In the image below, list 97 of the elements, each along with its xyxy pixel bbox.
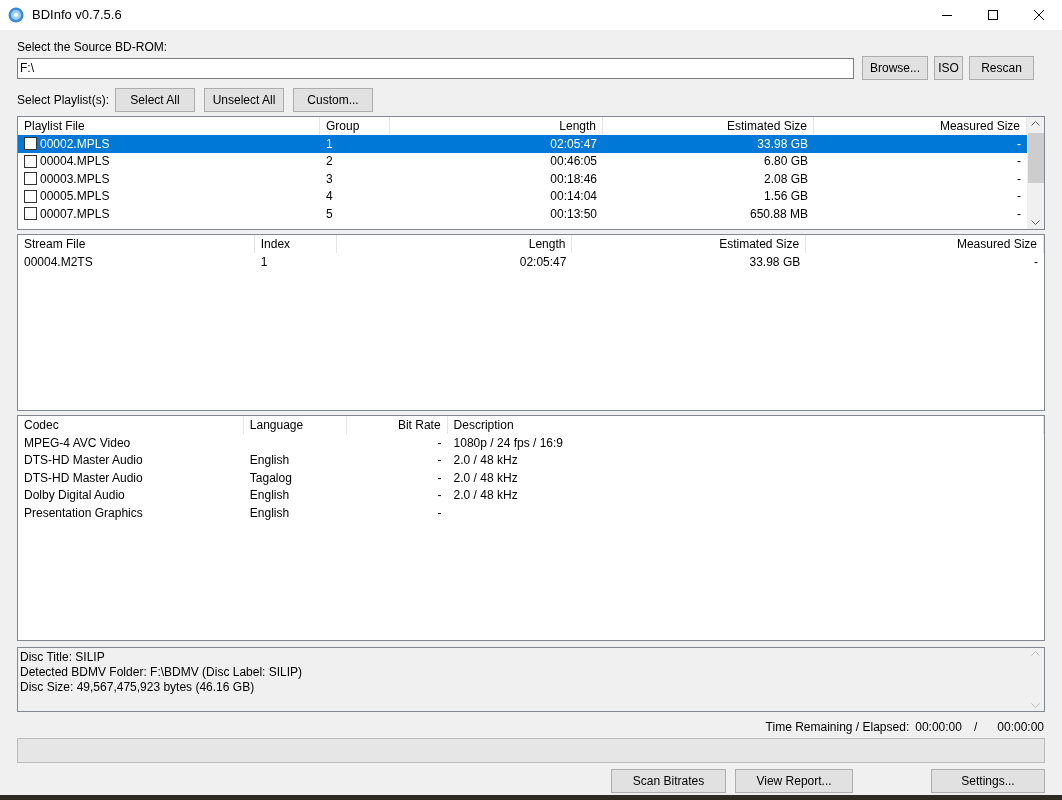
close-icon bbox=[1034, 10, 1044, 20]
table-cell-text: - bbox=[437, 469, 442, 487]
window-title: BDInfo v0.7.5.6 bbox=[32, 6, 122, 25]
table-cell-text: 02:05:47 bbox=[519, 253, 567, 271]
table-cell-text: 5 bbox=[326, 205, 333, 223]
column-header[interactable]: Estimated Size bbox=[572, 235, 807, 253]
time-separator: / bbox=[973, 719, 978, 736]
checkbox[interactable] bbox=[24, 207, 37, 221]
source-path-field[interactable]: F:\ bbox=[17, 57, 854, 79]
table-cell-text: DTS-HD Master Audio bbox=[24, 469, 143, 487]
table-cell-text: 650.88 MB bbox=[749, 205, 808, 223]
table-cell-text: 00004.M2TS bbox=[24, 253, 93, 271]
table-cell-text: 00:18:46 bbox=[550, 170, 597, 188]
table-cell-text: - bbox=[437, 452, 442, 470]
table-cell-text: 6.80 GB bbox=[763, 153, 808, 171]
table-cell-text: 02:05:47 bbox=[550, 135, 597, 153]
table-cell-text: 00005.MPLS bbox=[40, 188, 110, 206]
time-label: Time Remaining / Elapsed: bbox=[765, 719, 910, 736]
table-cell-text: Tagalog bbox=[249, 469, 292, 487]
table-cell-text: MPEG-4 AVC Video bbox=[24, 434, 131, 452]
source-button[interactable]: Browse... bbox=[862, 56, 928, 80]
playlist-button[interactable]: Unselect All bbox=[204, 87, 284, 112]
table-cell-text: 2 bbox=[326, 153, 333, 171]
source-button[interactable]: ISO bbox=[934, 56, 963, 80]
table-cell-text: 00:14:04 bbox=[550, 188, 597, 206]
playlist-row[interactable]: 00004.MPLS 2 00:46:05 6.80 GB - bbox=[18, 152, 1027, 170]
table-cell-text: 00007.MPLS bbox=[40, 205, 110, 223]
time-remaining: 00:00:00 bbox=[915, 719, 962, 736]
table-cell-text: 00002.MPLS bbox=[40, 135, 110, 153]
column-header[interactable]: Codec bbox=[18, 416, 244, 434]
table-cell-text: 00:46:05 bbox=[550, 153, 597, 171]
table-cell-text: - bbox=[437, 434, 442, 452]
table-cell-text: 00004.MPLS bbox=[40, 153, 110, 171]
checkbox[interactable] bbox=[24, 154, 37, 168]
time-elapsed: 00:00:00 bbox=[997, 719, 1044, 736]
source-label: Select the Source BD-ROM: bbox=[17, 39, 169, 54]
info-text: Disc Size: 49,567,475,923 bytes (46.16 GB) bbox=[20, 680, 256, 695]
checkbox[interactable] bbox=[24, 189, 37, 203]
table-cell-text: DTS-HD Master Audio bbox=[24, 452, 143, 470]
table-cell-text: 3 bbox=[326, 170, 333, 188]
checkbox[interactable] bbox=[24, 172, 37, 186]
table-cell-text: 00003.MPLS bbox=[40, 170, 110, 188]
info-text: Detected BDMV Folder: F:\BDMV (Disc Label: SILIP) bbox=[20, 665, 304, 680]
checkbox[interactable] bbox=[24, 137, 37, 151]
table-cell-text: 1 bbox=[260, 253, 268, 271]
table-cell-text: - bbox=[437, 504, 442, 522]
scroll-thumb[interactable] bbox=[1027, 133, 1044, 183]
column-header[interactable]: Measured Size bbox=[806, 235, 1044, 253]
table-cell-text: English bbox=[249, 504, 290, 522]
scroll-down-icon bbox=[1031, 703, 1040, 708]
table-cell-text: - bbox=[1034, 253, 1038, 271]
action-button[interactable]: Scan Bitrates bbox=[611, 769, 726, 793]
table-cell-text: 4 bbox=[326, 188, 333, 206]
table-cell-text: - bbox=[1017, 153, 1021, 171]
column-header[interactable]: Index bbox=[254, 235, 337, 253]
table-cell-text: 1.56 GB bbox=[763, 188, 808, 206]
action-button[interactable]: Settings... bbox=[931, 769, 1045, 793]
playlist-button[interactable]: Select All bbox=[115, 87, 195, 112]
scroll-down-icon bbox=[1031, 220, 1040, 225]
table-cell-text: Dolby Digital Audio bbox=[24, 487, 125, 505]
playlist-row[interactable]: 00005.MPLS 4 00:14:04 1.56 GB - bbox=[18, 187, 1027, 205]
minimize-icon bbox=[942, 14, 952, 16]
scrollbar[interactable] bbox=[1027, 117, 1044, 229]
column-header[interactable]: Description bbox=[447, 416, 1044, 434]
table-cell-text: Presentation Graphics bbox=[24, 504, 143, 522]
playlist-button[interactable]: Custom... bbox=[293, 87, 373, 112]
column-header[interactable]: Stream File bbox=[18, 235, 255, 253]
table-cell-text: 2.0 / 48 kHz bbox=[453, 469, 518, 487]
table-cell-text: English bbox=[249, 452, 290, 470]
playlist-label: Select Playlist(s): bbox=[17, 91, 111, 109]
source-button[interactable]: Rescan bbox=[969, 56, 1034, 80]
table-cell-text: 2.0 / 48 kHz bbox=[453, 452, 518, 470]
table-cell-text: English bbox=[249, 487, 290, 505]
table-cell-text: 2.08 GB bbox=[763, 170, 808, 188]
column-header[interactable]: Length bbox=[336, 235, 573, 253]
table-cell-text: 1 bbox=[326, 135, 333, 153]
playlist-row[interactable]: 00002.MPLS 1 02:05:47 33.98 GB - bbox=[18, 135, 1027, 153]
table-cell-text: 33.98 GB bbox=[757, 135, 808, 153]
column-header[interactable]: Bit Rate bbox=[346, 416, 448, 434]
table-cell-text: - bbox=[1017, 170, 1021, 188]
scroll-up-icon bbox=[1031, 651, 1040, 656]
table-cell-text: - bbox=[1017, 205, 1021, 223]
table-cell-text: - bbox=[1017, 188, 1021, 206]
table-cell-text: 2.0 / 48 kHz bbox=[453, 487, 518, 505]
table-cell-text: 1080p / 24 fps / 16:9 bbox=[453, 434, 563, 452]
scroll-up-icon bbox=[1031, 121, 1040, 126]
playlist-row[interactable]: 00007.MPLS 5 00:13:50 650.88 MB - bbox=[18, 205, 1027, 223]
action-button[interactable]: View Report... bbox=[735, 769, 853, 793]
table-cell-text: 00:13:50 bbox=[550, 205, 597, 223]
table-cell-text: - bbox=[437, 487, 442, 505]
info-text: Disc Title: SILIP bbox=[20, 650, 106, 665]
table-cell-text: 33.98 GB bbox=[749, 253, 801, 271]
playlist-row[interactable]: 00003.MPLS 3 00:18:46 2.08 GB - bbox=[18, 170, 1027, 188]
column-header[interactable]: Language bbox=[243, 416, 347, 434]
maximize-icon bbox=[988, 10, 998, 20]
disc-icon bbox=[8, 7, 24, 23]
table-cell-text: - bbox=[1017, 135, 1021, 153]
